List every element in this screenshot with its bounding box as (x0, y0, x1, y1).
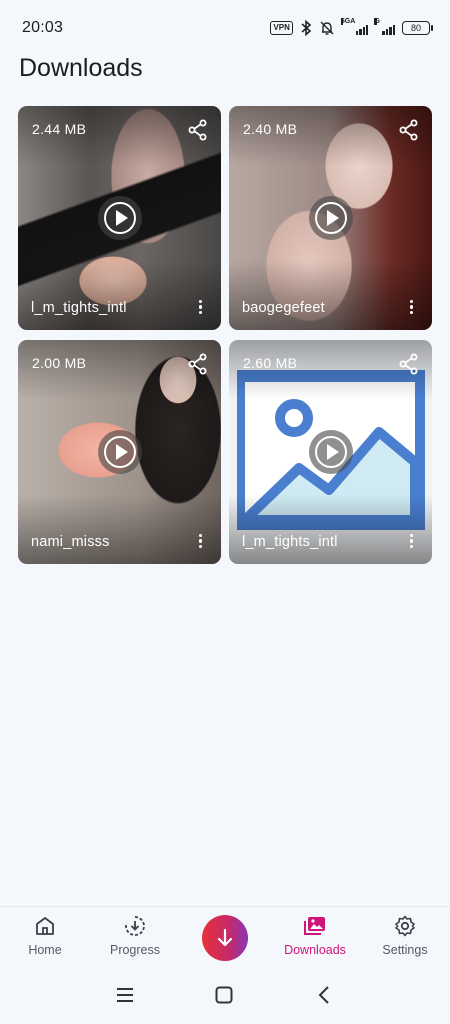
nav-downloads[interactable]: Downloads (270, 907, 360, 957)
nav-home[interactable]: Home (0, 907, 90, 957)
nav-settings-label: Settings (382, 943, 428, 957)
username: baogegefeet (242, 300, 325, 316)
bottom-navigation: Home Progress Downloads Settings (0, 906, 450, 967)
download-fab-button[interactable] (202, 915, 248, 961)
download-card[interactable]: 2.44 MB l_m_tights_intl (18, 106, 221, 330)
more-options-icon[interactable] (199, 534, 203, 548)
back-icon[interactable] (316, 986, 332, 1004)
arrow-down-icon (217, 928, 233, 947)
vpn-icon: VPN (270, 21, 293, 35)
play-icon[interactable] (97, 430, 142, 474)
more-options-icon[interactable] (199, 300, 203, 314)
share-icon[interactable] (398, 353, 420, 375)
more-options-icon[interactable] (410, 534, 414, 548)
mute-bell-icon (320, 21, 334, 35)
home-square-icon[interactable] (215, 986, 233, 1004)
username: l_m_tights_intl (31, 300, 127, 316)
nav-home-label: Home (28, 943, 62, 957)
home-icon (36, 917, 54, 935)
file-size: 2.00 MB (32, 355, 87, 371)
gallery-icon (304, 917, 325, 935)
username: l_m_tights_intl (242, 534, 338, 550)
nav-progress[interactable]: Progress (90, 907, 180, 957)
nav-progress-label: Progress (109, 943, 161, 957)
status-icons: VPN 5GA G 80 (270, 18, 433, 37)
download-card[interactable]: 2.60 MB l_m_tights_intl (229, 340, 432, 564)
nav-settings[interactable]: Settings (360, 907, 450, 957)
play-icon[interactable] (308, 196, 353, 240)
username: nami_misss (31, 534, 110, 550)
system-navigation-bar (0, 966, 450, 1024)
file-size: 2.44 MB (32, 121, 87, 137)
status-bar: 20:03 VPN 5GA G 80 (0, 0, 450, 56)
share-icon[interactable] (398, 119, 420, 141)
gear-icon (395, 915, 415, 937)
signal-5ga-icon: 5GA (340, 18, 369, 35)
nav-downloads-label: Downloads (284, 943, 346, 957)
progress-download-icon (125, 916, 145, 936)
file-size: 2.60 MB (243, 355, 298, 371)
bluetooth-icon (301, 20, 312, 36)
more-options-icon[interactable] (410, 300, 414, 314)
signal-g-icon: G (374, 18, 395, 35)
recents-menu-icon[interactable] (116, 986, 134, 1004)
page-title: Downloads (19, 54, 143, 82)
play-icon[interactable] (308, 430, 353, 474)
status-time: 20:03 (22, 19, 64, 36)
file-size: 2.40 MB (243, 121, 298, 137)
share-icon[interactable] (187, 353, 209, 375)
download-card[interactable]: 2.00 MB nami_misss (18, 340, 221, 564)
play-icon[interactable] (97, 196, 142, 240)
battery-icon: 80 (402, 21, 433, 35)
share-icon[interactable] (187, 119, 209, 141)
download-card[interactable]: 2.40 MB baogegefeet (229, 106, 432, 330)
